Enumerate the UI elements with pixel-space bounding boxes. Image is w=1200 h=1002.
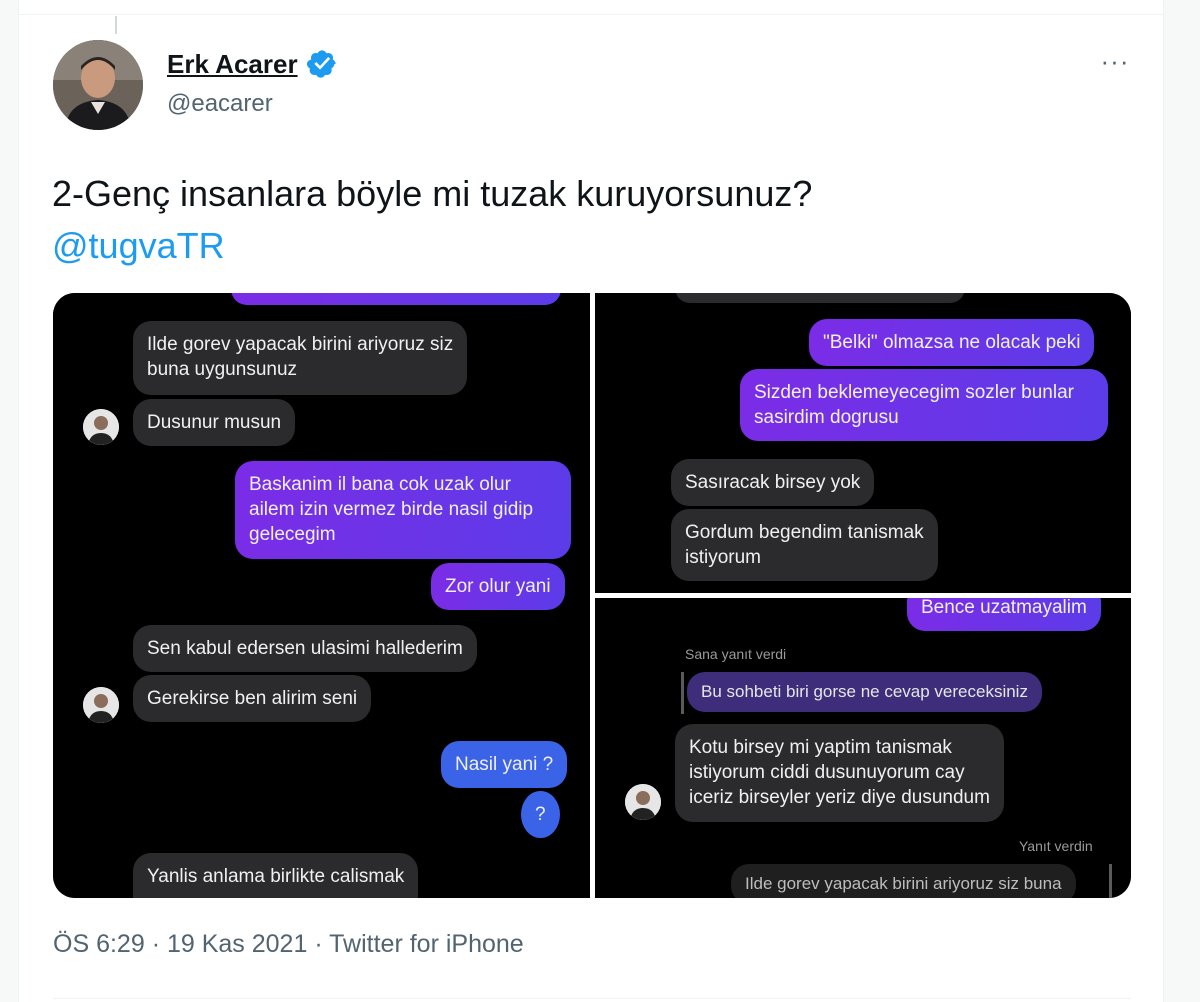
screenshot-panel-bottom-right: Bence uzatmayalim Sana yanıt verdi Bu so… <box>595 598 1131 898</box>
tweet-source[interactable]: Twitter for iPhone <box>329 930 524 958</box>
chat-bubble-in: Gordum begendim tanismak istiyorum <box>671 509 938 581</box>
chat-bubble-in: Ilde gorev yapacak birini ariyoruz siz b… <box>133 321 468 395</box>
chat-bubble-in: Gerekirse ben alirim seni <box>133 675 372 722</box>
tweet-card: Erk Acarer @eacarer ··· 2-Genç insanlara… <box>18 0 1165 1002</box>
cut-bubble <box>675 293 965 303</box>
tweet-body: 2-Genç insanlara böyle mi tuzak kuruyors… <box>52 173 813 214</box>
thread-connector-line <box>115 16 117 34</box>
contact-avatar <box>83 409 119 445</box>
reply-label: Sana yanıt verdi <box>685 646 787 662</box>
chat-bubble-in: Sasıracak birsey yok <box>671 459 875 506</box>
author-display-name[interactable]: Erk Acarer <box>167 49 298 80</box>
chat-bubble-in: Dusunur musun <box>133 399 296 446</box>
tweet-text: 2-Genç insanlara böyle mi tuzak kuruyors… <box>52 168 812 272</box>
card-top-divider <box>19 14 1165 15</box>
author-name-row: Erk Acarer <box>167 48 338 80</box>
avatar-photo <box>53 40 143 130</box>
cut-bubble <box>231 293 561 305</box>
tweet-metadata: ÖS 6:29 · 19 Kas 2021 · Twitter for iPho… <box>53 930 524 959</box>
verified-badge-icon <box>306 48 338 80</box>
contact-avatar <box>83 687 119 723</box>
chat-bubble-out: "Belki" olmazsa ne olacak peki <box>809 319 1095 366</box>
mention-link[interactable]: @tugvaTR <box>52 220 812 272</box>
chat-bubble-out: Baskanim il bana cok uzak olur ailem izi… <box>235 461 571 559</box>
chat-bubble-out: Zor olur yani <box>431 563 565 610</box>
screenshot-panel-left: Ilde gorev yapacak birini ariyoruz siz b… <box>53 293 590 898</box>
chat-bubble-in: Sen kabul edersen ulasimi hallederim <box>133 625 477 672</box>
tweet-date[interactable]: 19 Kas 2021 <box>167 930 307 958</box>
tweet-time[interactable]: ÖS 6:29 <box>53 930 145 958</box>
chat-bubble-in: Yanlis anlama birlikte calismak <box>133 853 419 898</box>
author-handle[interactable]: @eacarer <box>167 90 273 118</box>
chat-bubble-out: ? <box>521 791 560 838</box>
chat-bubble-out: Nasil yani ? <box>441 741 568 788</box>
author-avatar[interactable] <box>53 40 143 130</box>
contact-avatar <box>625 784 661 820</box>
chat-bubble-out: Bence uzatmayalim <box>907 598 1101 631</box>
tweet-media-image[interactable]: Ilde gorev yapacak birini ariyoruz siz b… <box>53 293 1131 898</box>
reply-indicator-bar <box>1109 864 1112 898</box>
separator: · <box>151 930 161 958</box>
quoted-message: Ilde gorev yapacak birini ariyoruz siz b… <box>731 864 1076 898</box>
more-options-icon[interactable]: ··· <box>1095 48 1135 82</box>
quoted-message: Bu sohbeti biri gorse ne cevap vereceksi… <box>687 672 1042 712</box>
footer-divider <box>53 998 1131 999</box>
separator: · <box>314 930 323 958</box>
chat-bubble-in: Kotu birsey mi yaptim tanismak istiyorum… <box>675 724 1004 822</box>
reply-label: Yanıt verdin <box>1019 838 1093 854</box>
screenshot-panel-top-right: "Belki" olmazsa ne olacak peki Sizden be… <box>595 293 1131 593</box>
reply-indicator-bar <box>681 672 684 714</box>
chat-bubble-out: Sizden beklemeyecegim sozler bunlar sasi… <box>740 369 1108 441</box>
